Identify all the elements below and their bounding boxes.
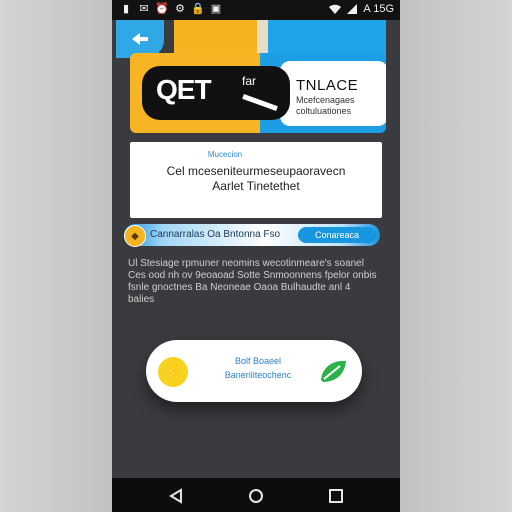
nav-home-icon[interactable] — [246, 486, 266, 506]
status-bar: ▮ ✉ ⏰ ⚙ 🔒 ▣ A 15G — [112, 0, 400, 20]
app-icon: ▮ — [122, 3, 130, 15]
info-label: Mucecion — [207, 150, 243, 159]
promo-subtitle: Mcefcenagaes coltuluationes — [296, 95, 355, 116]
nav-recents-icon[interactable] — [326, 486, 346, 506]
backdrop-right — [400, 0, 512, 512]
logo-text: QET — [156, 74, 212, 105]
action-banner[interactable]: ◆ Cannarralas Oa Bntonna Fso Conareaca — [124, 224, 380, 247]
signal-icon — [346, 3, 358, 15]
status-right-icons: A 15G — [329, 3, 394, 15]
nav-back-icon[interactable] — [166, 486, 186, 506]
navigation-bar — [112, 478, 400, 512]
logo-underline — [242, 93, 278, 112]
phone-screen: ▮ ✉ ⏰ ⚙ 🔒 ▣ A 15G QET far TNLACE Mcefcen… — [112, 0, 400, 512]
status-left-icons: ▮ ✉ ⏰ ⚙ 🔒 ▣ — [120, 3, 222, 15]
lock-icon: 🔒 — [191, 3, 205, 15]
promo-logo: QET far — [142, 66, 290, 120]
promo-title: TNLACE — [296, 77, 359, 94]
banner-text: Cannarralas Oa Bntonna Fso — [150, 229, 281, 240]
lightning-icon[interactable]: ⚡ — [158, 357, 188, 387]
action-pill[interactable]: ⚡ Bolf Boaeel Baneriliteochenc — [146, 340, 362, 402]
briefcase-icon: ▣ — [210, 3, 222, 15]
alarm-icon: ⏰ — [155, 3, 169, 15]
backdrop-left — [0, 0, 112, 512]
banner-button[interactable]: Conareaca — [298, 227, 376, 243]
description-paragraph: Ul Stesiage rpmuner neomins wecotinmeare… — [128, 258, 377, 305]
status-text: A 15G — [363, 3, 394, 15]
wifi-icon — [329, 3, 342, 15]
pill-line-1: Bolf Boaeel — [234, 356, 282, 366]
pill-line-2: Baneriliteochenc — [224, 370, 292, 380]
settings-icon: ⚙ — [175, 3, 185, 15]
info-card[interactable]: Mucecion Cel mceseniteurmeseupaoravecn A… — [130, 142, 382, 218]
notification-icon: ✉ — [139, 3, 149, 15]
promo-banner[interactable]: QET far TNLACE Mcefcenagaes coltuluation… — [130, 53, 386, 133]
info-line-2: Aarlet Tinetethet — [212, 179, 300, 193]
leaf-icon[interactable] — [316, 356, 350, 386]
coin-icon: ◆ — [124, 225, 146, 247]
info-line-1: Cel mceseniteurmeseupaoravecn — [166, 164, 346, 178]
logo-small-text: far — [242, 74, 257, 88]
